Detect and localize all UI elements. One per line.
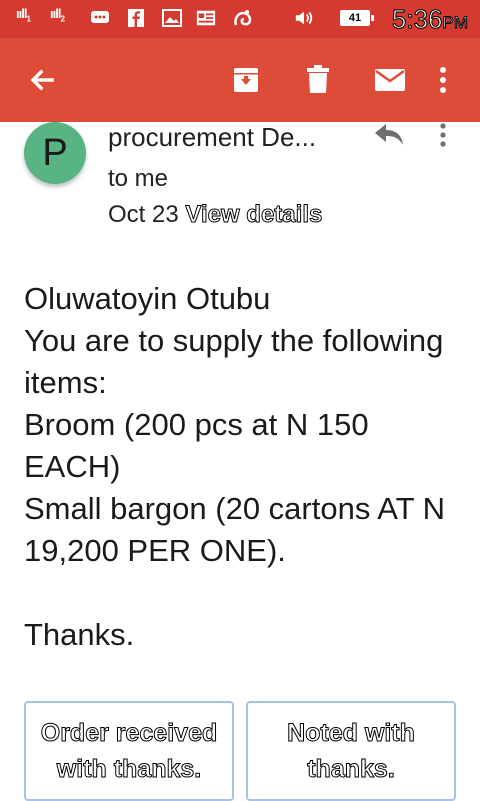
gallery-icon bbox=[162, 9, 182, 27]
news-icon bbox=[196, 10, 216, 26]
email-header: P procurement De... to me Oct 23 View de… bbox=[0, 122, 480, 242]
facebook-icon bbox=[128, 9, 144, 27]
smart-reply-button[interactable]: Noted with thanks. bbox=[246, 701, 456, 801]
message-more-icon[interactable] bbox=[437, 122, 449, 150]
reply-icon[interactable] bbox=[372, 122, 406, 148]
volume-icon bbox=[295, 11, 313, 25]
recipient-label: to me bbox=[108, 165, 169, 192]
battery-indicator: 41 bbox=[340, 10, 374, 26]
clock: 5:36PM bbox=[391, 4, 468, 35]
signal-strength-2-icon: ııll2 bbox=[50, 6, 65, 24]
app-toolbar bbox=[0, 38, 480, 122]
back-arrow-icon[interactable] bbox=[22, 60, 62, 100]
uc-browser-icon bbox=[234, 10, 252, 26]
status-bar: ııll1 ııll2 41 5:36PM bbox=[0, 0, 480, 38]
mark-unread-icon[interactable] bbox=[370, 60, 410, 100]
signal-strength-1-icon: ııll1 bbox=[16, 6, 31, 24]
smart-reply-label: Noted with thanks. bbox=[287, 719, 416, 784]
email-date: Oct 23 bbox=[108, 201, 179, 228]
email-body: Oluwatoyin Otubu You are to supply the f… bbox=[24, 281, 445, 652]
smart-reply-button[interactable]: Order received with thanks. bbox=[24, 701, 234, 801]
sender-name: procurement De... bbox=[108, 122, 317, 152]
archive-icon[interactable] bbox=[226, 60, 266, 100]
more-options-icon[interactable] bbox=[425, 60, 461, 100]
smart-reply-label: Order received with thanks. bbox=[40, 719, 218, 784]
chat-icon bbox=[91, 11, 109, 23]
date-row: Oct 23 View details bbox=[108, 201, 323, 229]
view-details-link[interactable]: View details bbox=[185, 201, 323, 229]
delete-icon[interactable] bbox=[298, 60, 338, 100]
sender-avatar[interactable]: P bbox=[24, 122, 86, 184]
